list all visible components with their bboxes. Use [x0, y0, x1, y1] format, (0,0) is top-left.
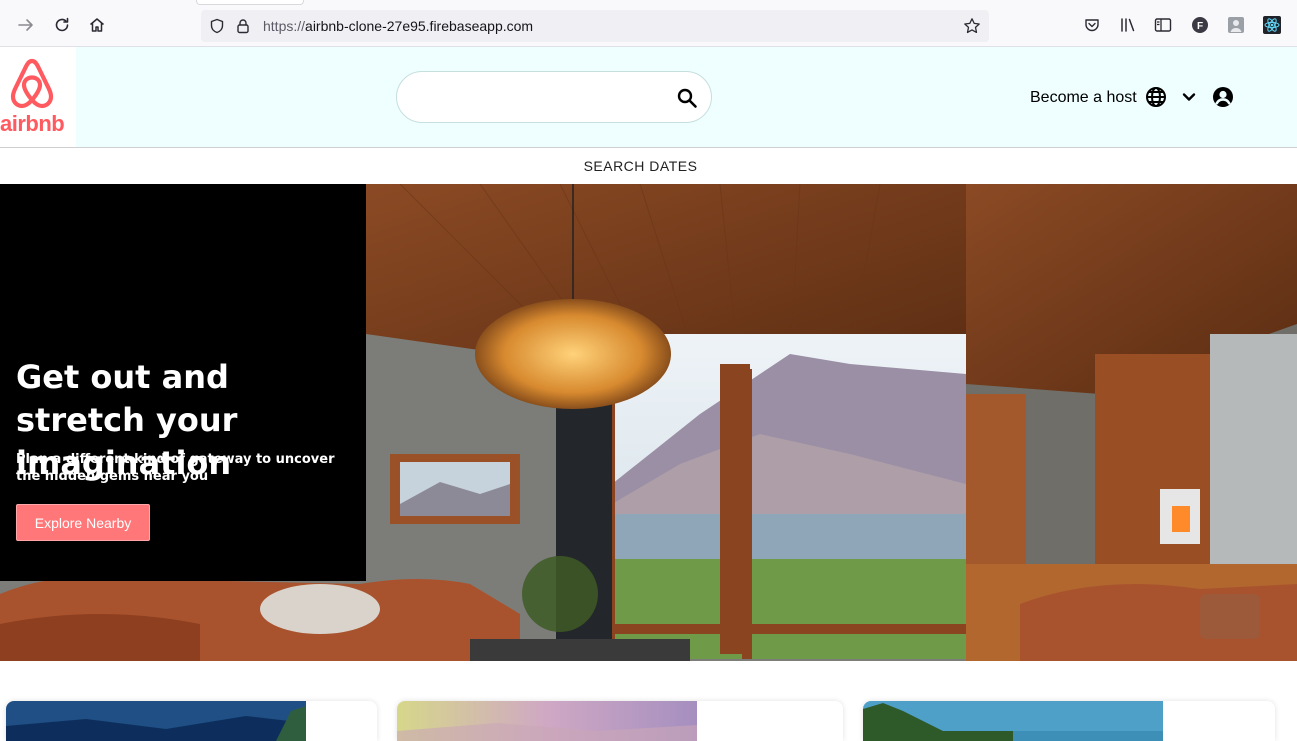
pocket-icon[interactable] — [1083, 16, 1101, 34]
forward-icon[interactable] — [15, 14, 37, 36]
react-devtools-icon[interactable] — [1263, 16, 1281, 34]
explore-nearby-button[interactable]: Explore Nearby — [16, 504, 150, 541]
card-3-image — [863, 701, 1163, 741]
profile-f-icon[interactable]: F — [1191, 16, 1209, 34]
card-1[interactable] — [6, 701, 377, 741]
home-icon[interactable] — [86, 14, 108, 36]
card-2-image — [397, 701, 697, 741]
become-host-link[interactable]: Become a host — [1030, 89, 1137, 107]
hero-info-panel: Get out and stretch your imagination Pla… — [0, 184, 366, 581]
globe-icon[interactable] — [1144, 85, 1168, 109]
library-icon[interactable] — [1119, 16, 1137, 34]
url-text[interactable]: https://airbnb-clone-27e95.firebaseapp.c… — [263, 18, 533, 34]
card-2[interactable] — [397, 701, 843, 741]
site-header: airbnb Become a host — [0, 47, 1297, 148]
card-1-image — [6, 701, 306, 741]
card-3[interactable] — [863, 701, 1275, 741]
logo-text: airbnb — [0, 111, 65, 136]
browser-toolbar: https://airbnb-clone-27e95.firebaseapp.c… — [0, 0, 1297, 47]
search-dates-label: SEARCH DATES — [583, 158, 698, 174]
active-tab-edge — [196, 0, 304, 5]
svg-text:F: F — [1197, 21, 1203, 32]
address-bar[interactable]: https://airbnb-clone-27e95.firebaseapp.c… — [201, 10, 989, 42]
lock-icon[interactable] — [234, 17, 252, 35]
search-dates-button[interactable]: SEARCH DATES — [0, 148, 1297, 184]
extension-avatar-icon[interactable] — [1227, 16, 1245, 34]
search-bar[interactable] — [396, 71, 712, 123]
airbnb-logo[interactable]: airbnb — [0, 47, 76, 147]
account-icon[interactable] — [1211, 85, 1235, 109]
url-host: airbnb-clone-27e95.firebaseapp.com — [305, 18, 534, 34]
sidebar-icon[interactable] — [1154, 16, 1172, 34]
reload-icon[interactable] — [51, 14, 73, 36]
search-input[interactable] — [415, 84, 665, 112]
shield-icon[interactable] — [208, 17, 226, 35]
airbnb-belo-icon — [10, 58, 54, 109]
search-icon[interactable] — [676, 87, 698, 109]
hero-banner: Get out and stretch your imagination Pla… — [0, 184, 1297, 661]
chevron-down-icon[interactable] — [1177, 85, 1201, 109]
url-scheme: https:// — [263, 18, 306, 34]
hero-subline: Plan a different kind of gateway to unco… — [16, 452, 335, 484]
bookmark-star-icon[interactable] — [963, 17, 981, 35]
cards-row — [0, 661, 1297, 741]
